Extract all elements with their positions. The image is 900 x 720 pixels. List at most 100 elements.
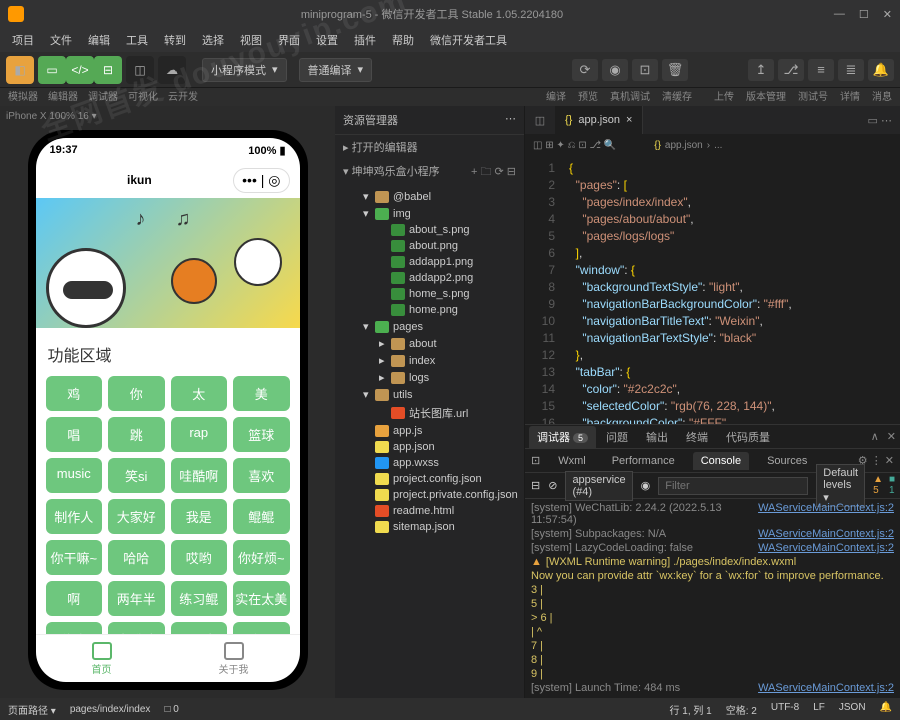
tree-item[interactable]: addapp1.png xyxy=(335,254,524,270)
version-icon[interactable]: ⎇ xyxy=(778,59,804,81)
sound-button[interactable]: 两年半 xyxy=(108,581,165,616)
sound-button[interactable]: 你干嘛~ xyxy=(46,540,103,575)
test-icon[interactable]: ≡ xyxy=(808,59,834,81)
simulator-toggle[interactable]: ▭ xyxy=(38,56,66,84)
panel-close-icon[interactable]: ✕ xyxy=(887,430,896,443)
tree-item[interactable]: readme.html xyxy=(335,503,524,519)
preview-icon[interactable]: ◉ xyxy=(602,59,628,81)
devtab-Wxml[interactable]: Wxml xyxy=(550,452,594,470)
devtab-Sources[interactable]: Sources xyxy=(759,452,815,470)
sound-button[interactable]: 美 xyxy=(233,376,290,411)
compile-select[interactable]: 普通编译▾ xyxy=(299,58,373,82)
mode-select[interactable]: 小程序模式▾ xyxy=(202,58,287,82)
swiper[interactable]: ♪♫ xyxy=(36,198,300,328)
tree-item[interactable]: about_s.png xyxy=(335,222,524,238)
scene[interactable]: □ 0 xyxy=(164,704,178,715)
tree-item[interactable]: ▾@babel xyxy=(335,188,524,205)
sound-button[interactable]: 唱 xyxy=(46,417,103,452)
tab-调试器[interactable]: 调试器5 xyxy=(529,426,596,448)
editor-toggle[interactable]: </> xyxy=(66,56,94,84)
menu-视图[interactable]: 视图 xyxy=(234,30,268,50)
open-editors[interactable]: ▸ 打开的编辑器 xyxy=(335,135,524,159)
details-icon[interactable]: ≣ xyxy=(838,59,864,81)
upload-icon[interactable]: ↥ xyxy=(748,59,774,81)
tree-item[interactable]: 站长图库.url xyxy=(335,403,524,423)
menu-插件[interactable]: 插件 xyxy=(348,30,382,50)
tab-终端[interactable]: 终端 xyxy=(678,426,716,448)
sound-button[interactable]: 你好烦~ xyxy=(233,540,290,575)
clear-console-icon[interactable]: ⊘ xyxy=(548,479,557,492)
tree-item[interactable]: app.json xyxy=(335,439,524,455)
warn-count[interactable]: ▲ 5 xyxy=(873,474,883,498)
menu-转到[interactable]: 转到 xyxy=(158,30,192,50)
maximize-icon[interactable]: ☐ xyxy=(859,8,869,21)
sound-button[interactable]: 哎哟 xyxy=(171,540,228,575)
logo-icon[interactable]: ◧ xyxy=(6,56,34,84)
project-root[interactable]: ▾ 坤坤鸡乐盒小程序 + 🗀 ⟳ ⊟ xyxy=(335,159,524,186)
sound-button[interactable]: 鲲鲲 xyxy=(233,499,290,534)
encoding[interactable]: UTF-8 xyxy=(771,702,799,717)
menu-帮助[interactable]: 帮助 xyxy=(386,30,420,50)
sound-button[interactable]: 篮球 xyxy=(233,417,290,452)
sound-button[interactable]: 停止 xyxy=(46,622,103,634)
devtab-Console[interactable]: Console xyxy=(693,452,749,470)
device-select[interactable]: iPhone X 100% 16 ▾ xyxy=(0,106,335,126)
tree-item[interactable]: home_s.png xyxy=(335,286,524,302)
sound-button[interactable]: music xyxy=(46,458,103,493)
menu-项目[interactable]: 项目 xyxy=(6,30,40,50)
remote-debug-icon[interactable]: ⊡ xyxy=(632,59,658,81)
close-tab-icon[interactable]: × xyxy=(626,114,632,126)
tab-代码质量[interactable]: 代码质量 xyxy=(718,426,778,448)
tree-item[interactable]: app.wxss xyxy=(335,455,524,471)
cloud-toggle[interactable]: ☁ xyxy=(158,56,186,84)
indent[interactable]: 空格: 2 xyxy=(726,702,757,717)
tree-item[interactable]: about.png xyxy=(335,238,524,254)
breadcrumb[interactable]: {}app.json›... xyxy=(654,140,722,151)
sound-button[interactable]: 哇酷啊 xyxy=(171,458,228,493)
tree-item[interactable]: ▸logs xyxy=(335,369,524,386)
capsule-button[interactable]: ••• | ◎ xyxy=(233,168,289,193)
debugger-toggle[interactable]: ⊟ xyxy=(94,56,122,84)
menu-编辑[interactable]: 编辑 xyxy=(82,30,116,50)
tree-item[interactable]: ▸index xyxy=(335,352,524,369)
eye-icon[interactable]: ◉ xyxy=(641,479,651,492)
tree-item[interactable]: ▾utils xyxy=(335,386,524,403)
eol[interactable]: LF xyxy=(813,702,825,717)
panel-up-icon[interactable]: ∧ xyxy=(871,430,879,443)
sound-button[interactable]: 我是 xyxy=(171,499,228,534)
tree-item[interactable]: home.png xyxy=(335,302,524,318)
language[interactable]: JSON xyxy=(839,702,866,717)
tree-item[interactable]: project.config.json xyxy=(335,471,524,487)
sound-button[interactable]: 鸡 xyxy=(46,376,103,411)
menu-设置[interactable]: 设置 xyxy=(310,30,344,50)
tab-app-json[interactable]: {}app.json× xyxy=(555,106,643,134)
err-count[interactable]: ■ 1 xyxy=(889,474,895,498)
sound-button[interactable]: 嘲啾鸡 xyxy=(108,622,165,634)
menu-界面[interactable]: 界面 xyxy=(272,30,306,50)
sound-button[interactable]: rap鸡 xyxy=(171,622,228,634)
tree-item[interactable]: ▾img xyxy=(335,205,524,222)
menu-微信开发者工具[interactable]: 微信开发者工具 xyxy=(424,30,513,50)
filter-input[interactable] xyxy=(658,477,808,495)
sound-button[interactable]: 太 xyxy=(171,376,228,411)
tab-关于我[interactable]: 关于我 xyxy=(168,635,300,682)
sound-button[interactable]: 喜欢 xyxy=(233,458,290,493)
menu-选择[interactable]: 选择 xyxy=(196,30,230,50)
sound-button[interactable]: 你 xyxy=(108,376,165,411)
sound-button[interactable]: 啊 xyxy=(46,581,103,616)
tree-item[interactable]: ▸about xyxy=(335,335,524,352)
sound-button[interactable]: 制作人 xyxy=(46,499,103,534)
sound-button[interactable]: rap xyxy=(171,417,228,452)
tab-输出[interactable]: 输出 xyxy=(638,426,676,448)
menu-工具[interactable]: 工具 xyxy=(120,30,154,50)
close-icon[interactable]: ✕ xyxy=(883,8,892,21)
clear-cache-icon[interactable]: 🗑 xyxy=(662,59,688,81)
sound-button[interactable]: 练习鲲 xyxy=(171,581,228,616)
explorer-more-icon[interactable]: ⋯ xyxy=(505,112,516,128)
tree-item[interactable]: project.private.config.json xyxy=(335,487,524,503)
tree-item[interactable]: addapp2.png xyxy=(335,270,524,286)
tab-问题[interactable]: 问题 xyxy=(598,426,636,448)
tree-item[interactable]: sitemap.json xyxy=(335,519,524,535)
tab-首页[interactable]: 首页 xyxy=(36,635,168,682)
cursor-pos[interactable]: 行 1, 列 1 xyxy=(669,702,711,717)
